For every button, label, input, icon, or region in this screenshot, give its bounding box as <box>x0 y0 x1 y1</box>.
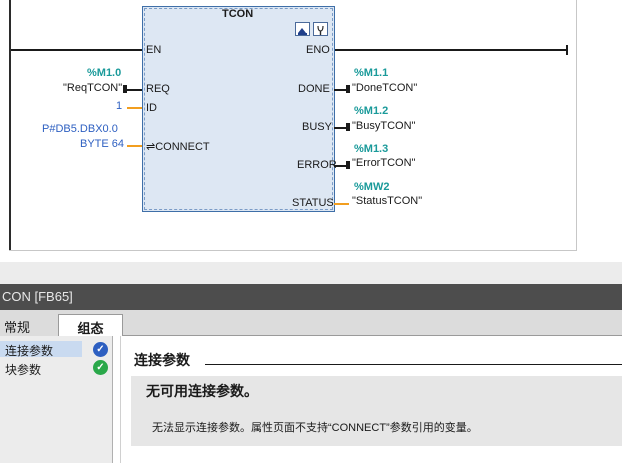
operand-address[interactable]: %M1.2 <box>354 105 388 117</box>
coil-marker <box>346 85 350 93</box>
content-border <box>120 336 121 463</box>
power-flow-line <box>334 49 567 51</box>
operand-constant[interactable]: 1 <box>116 100 122 112</box>
pin-id: ID <box>146 102 157 114</box>
operand-tag[interactable]: "ReqTCON" <box>63 82 122 94</box>
nav-item-block-params[interactable]: 块参数 <box>5 361 41 378</box>
coil-marker <box>346 161 350 169</box>
connect-wire <box>127 145 142 147</box>
operand-address[interactable]: %M1.0 <box>87 67 121 79</box>
status-info-icon: ✓ <box>93 342 108 357</box>
pin-done: DONE <box>298 83 330 95</box>
coil-marker <box>346 123 350 131</box>
fb-settings-icon[interactable] <box>313 22 328 36</box>
message-title: 无可用连接参数。 <box>146 383 258 399</box>
power-flow-end <box>566 45 568 55</box>
tab-general[interactable]: 常规 <box>0 314 58 336</box>
inspector-title-bar <box>0 284 622 310</box>
status-wire <box>334 203 349 205</box>
network-border <box>9 250 577 251</box>
status-ok-icon: ✓ <box>93 360 108 375</box>
operand-tag[interactable]: "StatusTCON" <box>352 195 422 207</box>
network-border <box>576 0 577 250</box>
section-rule <box>205 364 622 365</box>
section-title: 连接参数 <box>134 352 190 368</box>
tab-configuration[interactable]: 组态 <box>58 314 123 336</box>
pin-status: STATUS <box>292 197 334 209</box>
fb-open-icon[interactable] <box>295 22 310 36</box>
left-power-rail <box>9 0 11 250</box>
operand-address[interactable]: %M1.1 <box>354 67 388 79</box>
operand-constant[interactable]: P#DB5.DBX0.0 <box>42 123 118 135</box>
pin-eno: ENO <box>306 44 330 56</box>
operand-address[interactable]: %MW2 <box>354 181 389 193</box>
pin-en: EN <box>146 44 162 56</box>
operand-tag[interactable]: "ErrorTCON" <box>352 157 415 169</box>
operand-constant[interactable]: BYTE 64 <box>80 138 124 150</box>
pin-error: ERROR <box>297 159 337 171</box>
power-flow-line <box>11 49 142 51</box>
pin-busy: BUSY <box>302 121 332 133</box>
inspector-title: CON [FB65] <box>2 289 73 304</box>
block-name: TCON <box>222 8 254 20</box>
message-body: 无法显示连接参数。属性页面不支持“CONNECT”参数引用的变量。 <box>152 422 478 434</box>
req-wire <box>127 89 142 91</box>
splitter[interactable] <box>0 262 622 284</box>
pin-req: REQ <box>146 83 170 95</box>
id-wire <box>127 107 142 109</box>
nav-item-connection-params[interactable]: 连接参数 <box>5 342 53 359</box>
pin-connect: ⇌CONNECT <box>146 141 210 153</box>
operand-address[interactable]: %M1.3 <box>354 143 388 155</box>
operand-tag[interactable]: "DoneTCON" <box>352 82 417 94</box>
operand-tag[interactable]: "BusyTCON" <box>352 120 415 132</box>
